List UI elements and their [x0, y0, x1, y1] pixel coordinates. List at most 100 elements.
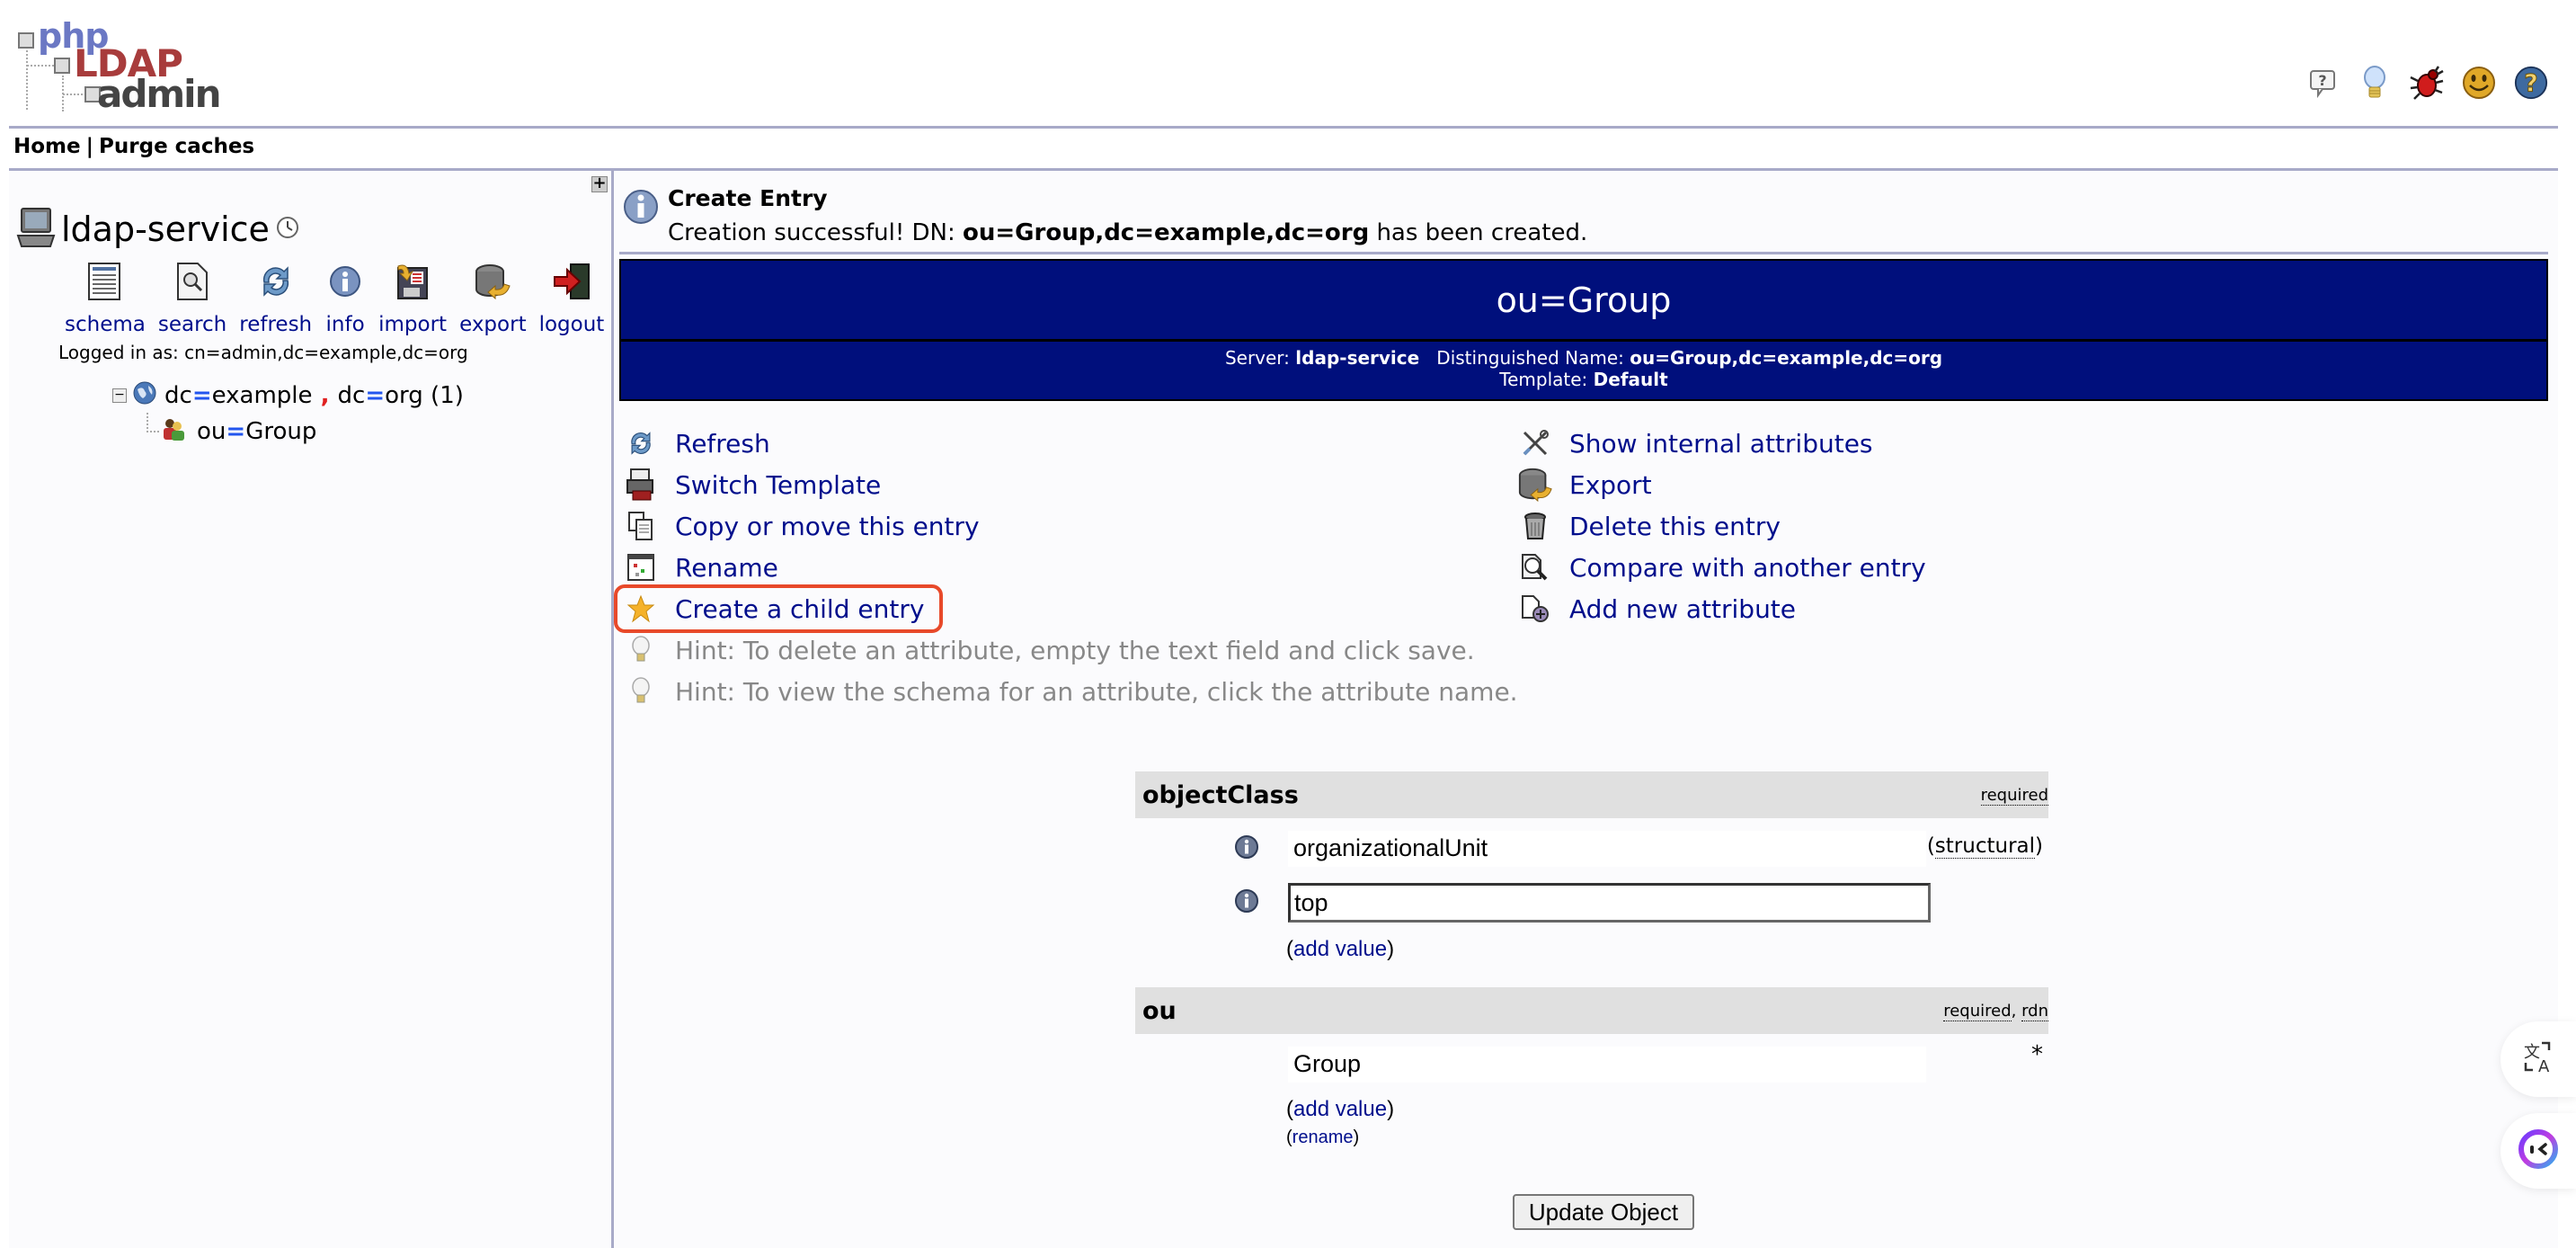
rename-link[interactable]: rename [1292, 1128, 1354, 1147]
tree-node-root[interactable]: − dc=example , dc=org (1) [112, 378, 464, 414]
rename-wrapper: (rename) [1286, 1128, 1360, 1147]
purge-caches-link[interactable]: Purge caches [99, 135, 254, 158]
info-icon[interactable] [1234, 834, 1259, 863]
tree-root-label[interactable]: dc=example , dc=org (1) [164, 382, 464, 409]
switch-template-label: Switch Template [675, 469, 882, 500]
objectclass-value-input[interactable] [1288, 883, 1931, 923]
delete-entry-label: Delete this entry [1569, 511, 1781, 541]
copy-icon [623, 508, 659, 544]
attr-name-objectclass[interactable]: objectClass [1142, 781, 1299, 809]
home-link[interactable]: Home [13, 135, 81, 158]
notice-message: Creation successful! DN: ou=Group,dc=exa… [668, 219, 1587, 246]
tree-child-label[interactable]: ou=Group [197, 418, 316, 445]
structural-label: structural [1934, 834, 2036, 859]
hint-text: Hint: To view the schema for an attribut… [675, 676, 1518, 707]
switch-template-action[interactable]: Switch Template [623, 464, 1518, 505]
rdn-flag: rdn [2021, 1001, 2048, 1021]
delete-entry-action[interactable]: Delete this entry [1517, 505, 1926, 547]
logo-tree-line [27, 65, 54, 67]
smiley-icon[interactable] [2461, 65, 2497, 101]
refresh-icon [623, 425, 659, 461]
ou-links-row: (add value) (rename) [1135, 1092, 2048, 1154]
bug-icon[interactable] [2409, 65, 2445, 101]
required-flag: required [1943, 1001, 2012, 1021]
collapse-toggle[interactable]: − [112, 388, 127, 403]
info-button[interactable]: info [324, 261, 366, 336]
server-toolbar: schema search refresh info import export [65, 261, 617, 336]
entry-meta: Server: ldap-service Distinguished Name:… [621, 342, 2546, 390]
lightbulb-icon[interactable] [2357, 65, 2393, 101]
add-value-link[interactable]: add value [1293, 1097, 1387, 1121]
translate-icon: 文A [2520, 1039, 2556, 1079]
main-panel: Create Entry Creation successful! DN: ou… [614, 171, 2558, 1248]
notice-suffix: has been created. [1369, 219, 1588, 246]
attr-header-ou: ou required, rdn [1135, 987, 2048, 1034]
help-bubble-icon[interactable]: ? [2305, 65, 2341, 101]
schema-icon [84, 261, 126, 302]
objectclass-value-static: organizationalUnit [1288, 831, 1926, 867]
rdn-value: Group [245, 418, 317, 445]
import-label: import [378, 313, 448, 336]
add-new-attribute-action[interactable]: Add new attribute [1517, 588, 1926, 629]
hint-lightbulb-icon [623, 673, 659, 709]
add-value-link[interactable]: add value [1293, 937, 1387, 961]
refresh-action[interactable]: Refresh [623, 423, 1518, 464]
attr-flags: required, rdn [1943, 1001, 2048, 1021]
objectclass-value-row [1135, 876, 2048, 930]
structural-tag: (structural) [1926, 834, 2043, 859]
compare-entry-action[interactable]: Compare with another entry [1517, 547, 1926, 588]
entry-banner: ou=Group Server: ldap-service Distinguis… [619, 259, 2548, 401]
schema-button[interactable]: schema [65, 261, 146, 336]
phpldapadmin-logo[interactable]: php LDAP admin [18, 16, 221, 116]
assistant-button[interactable] [2500, 1113, 2576, 1189]
attr-name-ou[interactable]: ou [1142, 997, 1177, 1025]
export-action[interactable]: Export [1517, 464, 1926, 505]
rename-label: Rename [675, 552, 778, 583]
search-icon [172, 261, 213, 302]
assistant-face-icon [2517, 1128, 2560, 1174]
refresh-button[interactable]: refresh [239, 261, 312, 336]
ldap-tree: − dc=example , dc=org (1) ou=Group [112, 378, 464, 450]
comma-separator: , [312, 382, 338, 409]
attr-flags: required [1980, 785, 2048, 806]
ou-value-row: Group * [1135, 1038, 2048, 1092]
add-new-attribute-label: Add new attribute [1569, 593, 1797, 624]
update-object-button[interactable]: Update Object [1513, 1194, 1694, 1230]
objectclass-add-value-row: (add value) [1135, 930, 2048, 987]
notice-prefix: Creation successful! DN: [668, 219, 964, 246]
group-icon [161, 416, 186, 448]
ou-value-static: Group [1288, 1047, 1926, 1083]
clock-icon[interactable] [275, 215, 300, 244]
rename-action[interactable]: Rename [623, 547, 1518, 588]
attribute-table: objectClass required organizationalUnit … [1135, 771, 2048, 1154]
help-globe-icon[interactable]: ? [2513, 65, 2549, 101]
show-internal-attributes-action[interactable]: Show internal attributes [1517, 423, 1926, 464]
entry-actions-left: Refresh Switch Template Copy or move thi… [614, 423, 1518, 712]
server-label: Server: [1224, 347, 1296, 369]
logout-button[interactable]: logout [539, 261, 604, 336]
translate-button[interactable]: 文A [2500, 1021, 2576, 1097]
copy-move-action[interactable]: Copy or move this entry [623, 505, 1518, 547]
rename-icon [623, 549, 659, 585]
top-icon-bar: ? ? [2305, 65, 2549, 101]
refresh-action-label: Refresh [675, 428, 770, 459]
tree-node-child[interactable]: ou=Group [147, 413, 464, 450]
create-child-entry-action[interactable]: Create a child entry [614, 584, 943, 633]
switch-template-icon [623, 467, 659, 503]
tree-branch-line [147, 413, 159, 432]
import-button[interactable]: import [378, 261, 447, 336]
server-name[interactable]: ldap-service [61, 209, 270, 249]
export-button[interactable]: export [459, 261, 527, 336]
info-icon[interactable] [1234, 888, 1259, 917]
template-value: Default [1593, 369, 1668, 390]
nav-separator: | [85, 135, 94, 158]
server-header: ldap-service [16, 207, 300, 252]
dn-label: Distinguished Name: [1436, 347, 1630, 369]
expand-sidebar-button[interactable]: + [591, 175, 608, 192]
export-icon [472, 261, 513, 302]
export-label: export [459, 313, 527, 336]
star-icon [623, 591, 659, 627]
tools-icon [1517, 425, 1553, 461]
search-button[interactable]: search [158, 261, 227, 336]
entry-title: ou=Group [621, 261, 2546, 342]
